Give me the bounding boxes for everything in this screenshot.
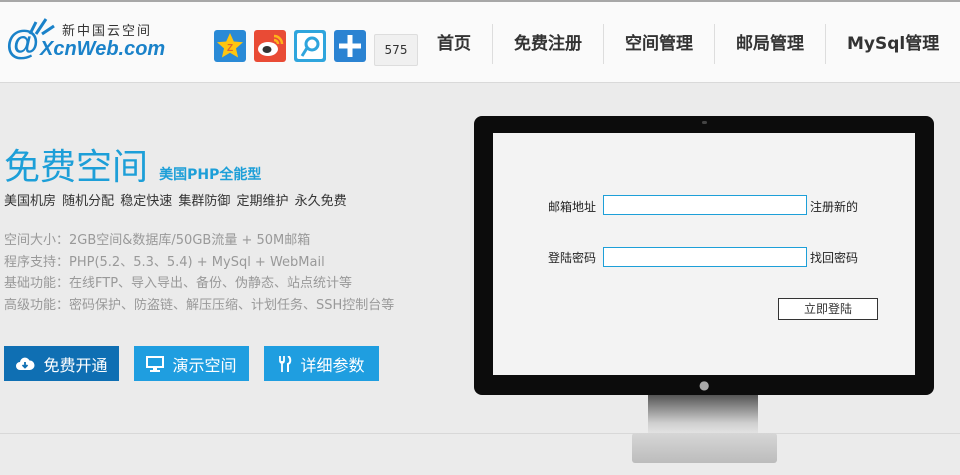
spec-list: 空间大小：2GB空间&数据库/50GB流量 + 50M邮箱 程序支持：PHP(5… [4, 230, 394, 316]
hero-heading: 免费空间 美国PHP全能型 [4, 138, 261, 190]
login-button[interactable]: 立即登陆 [778, 298, 878, 320]
password-input[interactable] [603, 247, 807, 267]
detail-button-label: 详细参数 [300, 355, 365, 375]
logo-signal-icon [28, 18, 55, 36]
share-count: 575 [374, 34, 418, 66]
nav-home[interactable]: 首页 [416, 24, 492, 64]
hero-subtitle: 美国PHP全能型 [159, 167, 262, 183]
email-input[interactable] [603, 195, 807, 215]
forgot-password-link[interactable]: 找回密码 [810, 249, 858, 266]
spec-item-size: 空间大小：2GB空间&数据库/50GB流量 + 50M邮箱 [4, 233, 311, 248]
camera-dot [702, 121, 707, 124]
fork-knife-icon [279, 355, 292, 372]
nav-register[interactable]: 免费注册 [492, 24, 603, 64]
register-button[interactable]: 免费开通 [4, 346, 119, 381]
site-header: @ 新中国云空间 XcnWeb.com Z 575 首页 免费注册 空间管理 邮… [0, 2, 960, 83]
monitor-stand [648, 395, 758, 435]
main-nav: 首页 免费注册 空间管理 邮局管理 MySql管理 [416, 24, 960, 64]
monitor-icon [146, 355, 165, 372]
register-link[interactable]: 注册新的 [810, 198, 858, 215]
hero-title: 免费空间 [4, 147, 149, 188]
tencent-weibo-icon[interactable] [294, 30, 326, 62]
nav-space-manage[interactable]: 空间管理 [603, 24, 714, 64]
monitor-frame: 邮箱地址 注册新的 登陆密码 找回密码 立即登陆 ● [474, 116, 934, 395]
spec-item-program: 程序支持：PHP(5.2、5.3、5.4) + MySql + WebMail [4, 254, 325, 270]
email-label: 邮箱地址 [548, 200, 597, 214]
nav-mail-manage[interactable]: 邮局管理 [714, 24, 825, 64]
weibo-icon[interactable] [254, 30, 286, 62]
share-plus-icon[interactable] [334, 30, 366, 62]
demo-button-label: 演示空间 [172, 355, 237, 375]
spec-item-advanced: 高级功能：密码保护、防盗链、解压压缩、计划任务、SSH控制台等 [4, 297, 395, 313]
nav-mysql-manage[interactable]: MySql管理 [825, 24, 960, 64]
apple-logo-icon: ● [699, 378, 710, 392]
site-logo[interactable]: @ 新中国云空间 XcnWeb.com [6, 16, 176, 68]
detail-button[interactable]: 详细参数 [264, 346, 379, 381]
password-label: 登陆密码 [548, 251, 597, 265]
svg-text:Z: Z [227, 43, 233, 54]
floor-line [0, 433, 960, 434]
hero-features: 美国机房 随机分配 稳定快速 集群防御 定期维护 永久免费 [4, 194, 347, 209]
login-panel: 邮箱地址 注册新的 登陆密码 找回密码 立即登陆 [493, 133, 915, 375]
spec-item-basic: 基础功能：在线FTP、导入导出、备份、伪静态、站点统计等 [4, 276, 353, 291]
cloud-download-icon [16, 357, 35, 370]
demo-button[interactable]: 演示空间 [134, 346, 249, 381]
logo-domain: XcnWeb.com [40, 38, 166, 60]
qzone-icon[interactable]: Z [214, 30, 246, 62]
monitor-base [632, 433, 777, 463]
register-button-label: 免费开通 [43, 355, 108, 375]
logo-chinese-name: 新中国云空间 [62, 24, 153, 39]
